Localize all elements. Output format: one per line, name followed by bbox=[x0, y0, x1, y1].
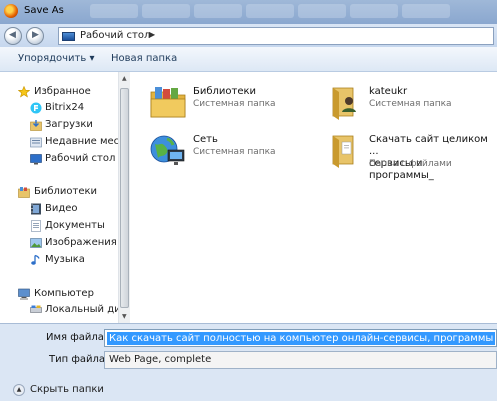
filetype-select[interactable]: Web Page, complete bbox=[104, 351, 497, 369]
item-kateukr[interactable]: kateukr Системная папка bbox=[313, 78, 493, 126]
bitrix-icon bbox=[30, 102, 42, 114]
recent-places-icon bbox=[30, 136, 42, 148]
save-form: Имя файла: Как скачать сайт полностью на… bbox=[0, 323, 497, 379]
computer-icon bbox=[18, 288, 30, 300]
scroll-thumb[interactable] bbox=[120, 88, 129, 308]
nav-computer[interactable]: Компьютер bbox=[0, 286, 118, 302]
star-icon bbox=[17, 85, 31, 98]
filetype-value: Web Page, complete bbox=[109, 354, 212, 365]
nav-music[interactable]: Музыка bbox=[0, 252, 118, 268]
desktop-icon bbox=[30, 153, 42, 165]
libraries-icon bbox=[18, 186, 30, 198]
user-folder-icon bbox=[325, 84, 363, 120]
filetype-label: Тип файла: bbox=[49, 354, 109, 365]
item-libraries-name: Библиотеки bbox=[193, 86, 257, 97]
images-icon bbox=[30, 237, 42, 249]
item-saved-folder-type: Папка с файлами bbox=[369, 159, 452, 169]
nav-favorites[interactable]: Избранное bbox=[0, 84, 118, 100]
network-icon bbox=[149, 132, 187, 168]
chevron-up-icon[interactable]: ▲ bbox=[13, 384, 25, 396]
hide-folders-button[interactable]: Скрыть папки bbox=[30, 384, 104, 395]
background-tabs bbox=[90, 4, 497, 20]
navigation-scrollbar[interactable]: ▲ ▼ bbox=[118, 72, 130, 323]
address-row: ◀ ▶ Рабочий стол ▶ bbox=[0, 24, 497, 47]
libraries-folder-icon bbox=[149, 84, 187, 120]
window-title: Save As bbox=[24, 5, 64, 16]
back-button[interactable]: ◀ bbox=[4, 27, 22, 45]
nav-libraries[interactable]: Библиотеки bbox=[0, 184, 118, 200]
scroll-down-icon[interactable]: ▼ bbox=[122, 313, 127, 320]
nav-video[interactable]: Видео bbox=[0, 201, 118, 217]
downloads-icon bbox=[30, 119, 42, 131]
item-saved-folder[interactable]: Скачать сайт целиком ... сервисы и прогр… bbox=[313, 126, 493, 181]
item-network-name: Сеть bbox=[193, 134, 218, 145]
breadcrumb[interactable]: Рабочий стол bbox=[80, 30, 150, 41]
folder-icon bbox=[325, 132, 363, 168]
item-network[interactable]: Сеть Системная папка bbox=[137, 126, 317, 174]
nav-bitrix24[interactable]: Bitrix24 bbox=[0, 100, 118, 116]
back-arrow-icon: ◀ bbox=[9, 30, 16, 40]
scroll-up-icon[interactable]: ▲ bbox=[122, 75, 127, 82]
filename-label: Имя файла: bbox=[46, 332, 108, 343]
music-icon bbox=[30, 254, 42, 266]
item-kateukr-type: Системная папка bbox=[369, 99, 452, 109]
forward-arrow-icon: ▶ bbox=[32, 30, 39, 40]
video-icon bbox=[30, 203, 42, 215]
organize-button[interactable]: Упорядочить ▾ bbox=[18, 53, 94, 64]
nav-downloads[interactable]: Загрузки bbox=[0, 117, 118, 133]
file-list: Библиотеки Системная папка kateukr Систе… bbox=[131, 72, 497, 323]
nav-documents[interactable]: Документы bbox=[0, 218, 118, 234]
navigation-pane: Избранное Bitrix24 Загрузки Недавние мес… bbox=[0, 72, 118, 323]
desktop-icon bbox=[62, 32, 75, 41]
new-folder-button[interactable]: Новая папка bbox=[111, 53, 177, 64]
local-disk-icon bbox=[30, 304, 42, 316]
item-libraries[interactable]: Библиотеки Системная папка bbox=[137, 78, 317, 126]
address-bar[interactable]: Рабочий стол ▶ bbox=[58, 27, 494, 45]
firefox-icon bbox=[4, 4, 18, 18]
nav-local-disk[interactable]: Локальный диск bbox=[0, 302, 118, 318]
item-saved-folder-name-line1: Скачать сайт целиком ... bbox=[369, 134, 488, 157]
toolbar: Упорядочить ▾ Новая папка bbox=[0, 47, 497, 72]
item-network-type: Системная папка bbox=[193, 147, 276, 157]
item-kateukr-name: kateukr bbox=[369, 86, 408, 97]
documents-icon bbox=[30, 220, 42, 232]
hide-folders-bar: ▲ Скрыть папки bbox=[0, 379, 497, 401]
nav-desktop[interactable]: Рабочий стол bbox=[0, 151, 118, 167]
breadcrumb-arrow-icon[interactable]: ▶ bbox=[149, 30, 155, 39]
title-bar: Save As bbox=[0, 0, 497, 24]
forward-button[interactable]: ▶ bbox=[26, 27, 44, 45]
filename-input[interactable]: Как скачать сайт полностью на компьютер … bbox=[104, 329, 497, 347]
item-saved-folder-name: Скачать сайт целиком ... сервисы и прогр… bbox=[369, 134, 489, 182]
filename-value[interactable]: Как скачать сайт полностью на компьютер … bbox=[107, 332, 496, 345]
item-libraries-type: Системная папка bbox=[193, 99, 276, 109]
nav-images[interactable]: Изображения bbox=[0, 235, 118, 251]
nav-recent-places[interactable]: Недавние места bbox=[0, 134, 118, 150]
